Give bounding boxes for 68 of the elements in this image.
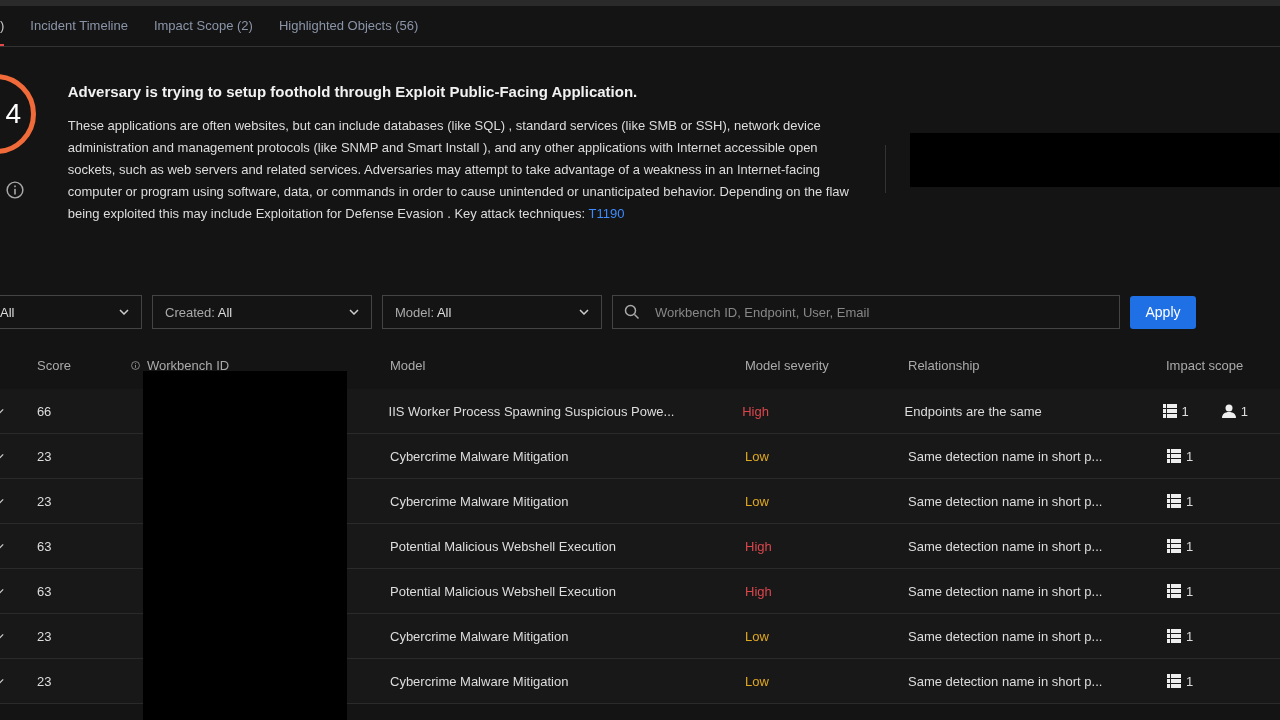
server-icon: [1161, 403, 1178, 419]
severity-label: High: [745, 538, 772, 554]
impact-count: 1: [1181, 403, 1189, 419]
table-cell: 23: [37, 448, 52, 464]
summary-title: Adversary is trying to setup foothold through Exploit Public-Facing Application.: [67, 83, 639, 100]
impact-count: 1: [1240, 403, 1248, 419]
impact-count: 1: [1186, 673, 1194, 689]
filter-dropdown[interactable]: All: [0, 295, 142, 329]
table-cell: 23: [37, 673, 52, 689]
severity-label: Low: [745, 493, 769, 509]
filter-dropdown[interactable]: Created: All: [152, 295, 372, 329]
impact-count: 1: [1186, 583, 1194, 599]
table-cell: Cybercrime Malware Mitigation: [390, 673, 569, 689]
tab[interactable]: Incident Timeline: [30, 6, 128, 46]
chevron-down-icon: [349, 309, 359, 315]
table-cell: 63: [37, 583, 52, 599]
table-cell: Cybercrime Malware Mitigation: [390, 448, 569, 464]
server-icon: [1166, 493, 1182, 509]
table-cell: 23: [37, 628, 52, 644]
table-cell: Same detection name in short p...: [908, 628, 1103, 644]
column-header[interactable]: Model severity: [745, 357, 829, 373]
technique-link[interactable]: T1190: [588, 206, 625, 221]
apply-button[interactable]: Apply: [1130, 295, 1196, 329]
server-icon: [1166, 448, 1182, 464]
table-cell: Same detection name in short p...: [908, 583, 1103, 599]
server-icon: [1166, 628, 1182, 644]
column-header[interactable]: Relationship: [908, 357, 980, 373]
table-cell: Potential Malicious Webshell Execution: [390, 583, 616, 599]
severity-label: High: [745, 583, 772, 599]
table-cell: Potential Malicious Webshell Execution: [390, 538, 616, 554]
severity-label: Low: [745, 448, 769, 464]
column-header[interactable]: Score: [37, 357, 71, 373]
table-cell: 63: [37, 538, 52, 554]
column-header[interactable]: Impact scope: [1166, 357, 1244, 373]
table-cell: Cybercrime Malware Mitigation: [390, 493, 569, 509]
impact-count: 1: [1186, 628, 1194, 644]
table-cell: Endpoints are the same: [904, 403, 1042, 419]
severity-label: Low: [745, 673, 769, 689]
tab[interactable]: Highlighted Objects (56): [278, 6, 419, 46]
table-cell: 66: [36, 403, 52, 419]
info-icon: [6, 181, 24, 199]
search-field[interactable]: Workbench ID, Endpoint, User, Email: [612, 295, 1120, 329]
score-ring: 4: [0, 74, 36, 154]
table-cell: 23: [37, 493, 52, 509]
table-cell: Same detection name in short p...: [908, 538, 1103, 554]
chevron-down-icon: [119, 309, 129, 315]
server-icon: [1166, 673, 1182, 689]
table-cell: IIS Worker Process Spawning Suspicious Powe...: [388, 403, 675, 419]
impact-count: 1: [1186, 448, 1194, 464]
impact-count: 1: [1186, 538, 1194, 554]
chevron-down-icon: [579, 309, 589, 315]
user-icon: [1220, 403, 1237, 419]
tab[interactable]: Impact Scope (2): [153, 6, 253, 46]
tab[interactable]: ): [0, 6, 5, 46]
column-header[interactable]: Model: [390, 357, 426, 373]
filter-dropdown[interactable]: Model: All: [382, 295, 602, 329]
severity-label: High: [742, 403, 769, 419]
severity-label: Low: [745, 628, 769, 644]
table-cell: Same detection name in short p...: [908, 448, 1103, 464]
server-icon: [1166, 538, 1182, 554]
impact-count: 1: [1186, 493, 1194, 509]
table-cell: Same detection name in short p...: [908, 493, 1103, 509]
column-header[interactable]: Workbench ID: [147, 357, 230, 373]
summary-description: These applications are often websites, but can include databases (like SQL) , standard services (like SMB or SSH), network device administration and management protocols (like SNMP and Smart Install ), and any other applications with Internet accessible open sockets, such as web servers and related services. Adversaries may attempt to take advantage of a weakness in an Internet-facing computer or program using software, data, or commands in order to cause unintended or unanticipated behavior. Depending on the flaw being exploited this may include Exploitation for Defense Evasion . Key attack techniques: T1190: [67, 117, 850, 223]
table-cell: Cybercrime Malware Mitigation: [390, 628, 569, 644]
table-cell: Same detection name in short p...: [908, 673, 1103, 689]
search-icon: [624, 304, 640, 320]
server-icon: [1166, 583, 1182, 599]
